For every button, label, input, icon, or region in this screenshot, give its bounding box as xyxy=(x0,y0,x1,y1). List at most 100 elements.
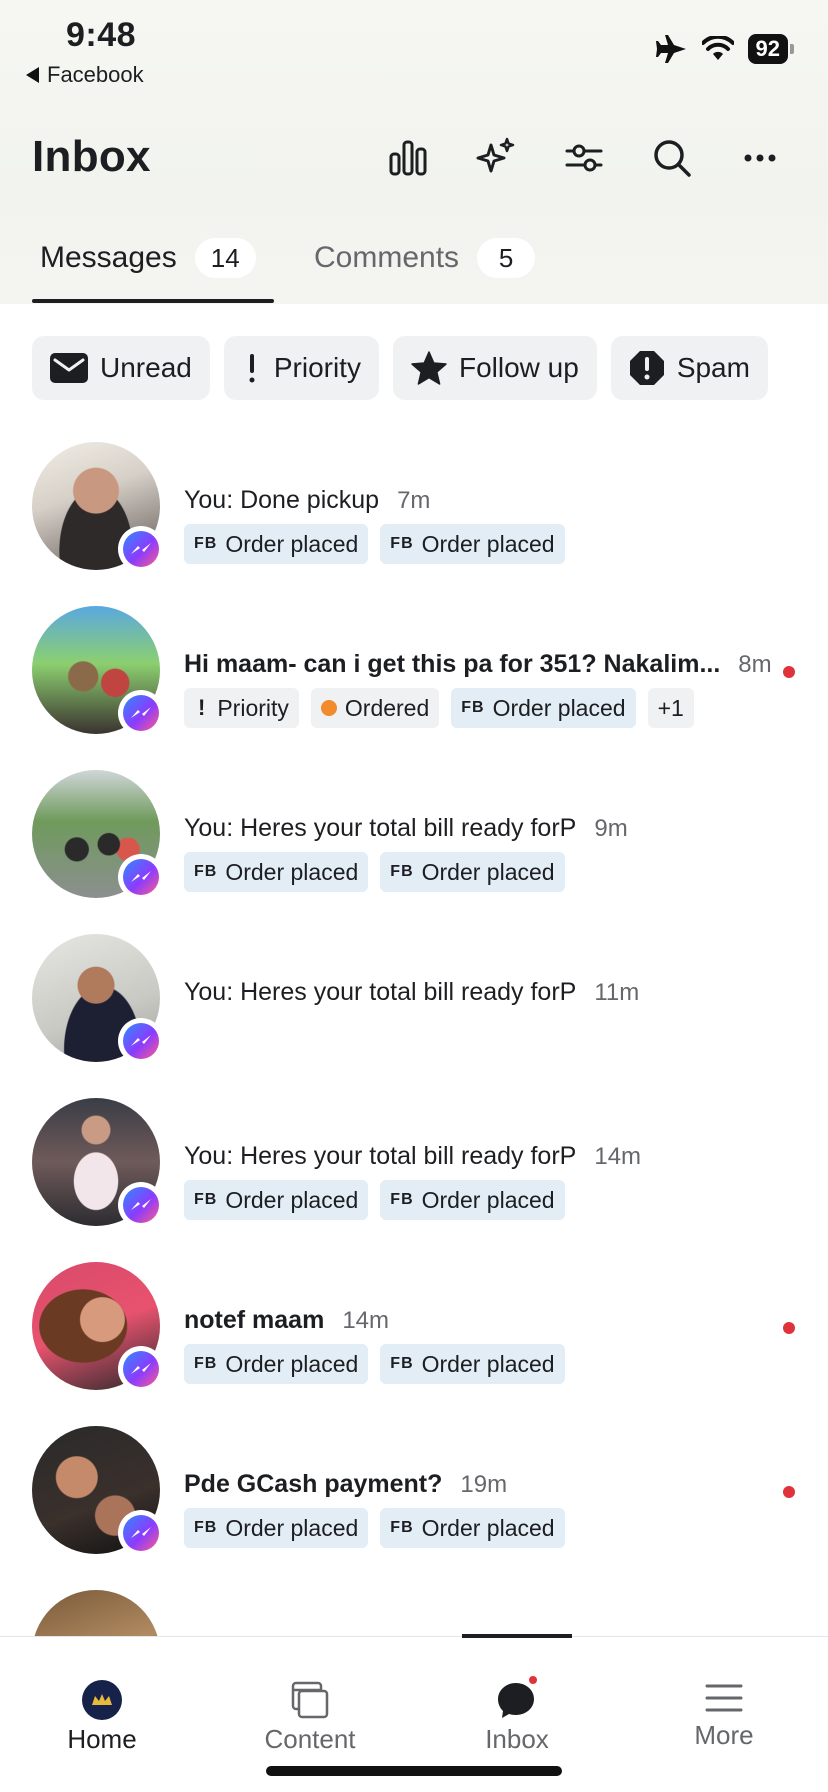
unread-dot xyxy=(783,1486,795,1498)
messenger-badge xyxy=(118,1346,164,1392)
tag-label: Order placed xyxy=(492,694,626,721)
avatar xyxy=(32,1590,160,1636)
nav-inbox[interactable]: Inbox xyxy=(437,1676,597,1755)
inbox-notification-dot xyxy=(529,1676,537,1684)
conversation-row[interactable]: Pde GCash payment? 19m FB Order placed FB… xyxy=(0,1414,828,1578)
filter-priority-label: Priority xyxy=(273,352,361,383)
conversation-row[interactable]: Hi maam- can i get this pa for 351? Naka… xyxy=(0,594,828,758)
fb-tag-prefix: FB xyxy=(390,1519,414,1536)
conversation-row[interactable]: You: Heres your total bill ready forP 11… xyxy=(0,922,828,1086)
filter-priority[interactable]: Priority xyxy=(223,336,379,400)
tag-order-placed[interactable]: FB Order placed xyxy=(380,852,565,892)
messenger-badge xyxy=(118,854,164,900)
status-time: 9:48 xyxy=(66,16,137,54)
tag-order-placed[interactable]: FB Order placed xyxy=(380,524,565,564)
preview-time: 14m xyxy=(342,1307,389,1334)
conversation-row[interactable]: notef maam 14m FB Order placed FB Order pl… xyxy=(0,1250,828,1414)
back-triangle-icon xyxy=(26,67,39,83)
messenger-icon xyxy=(123,695,159,731)
tag-order-placed[interactable]: FB Order placed xyxy=(184,852,369,892)
filter-follow-up[interactable]: Follow up xyxy=(392,336,597,400)
filter-unread[interactable]: Unread xyxy=(32,336,210,400)
nav-content[interactable]: Content xyxy=(230,1680,390,1755)
tag-order-placed[interactable]: FB Order placed xyxy=(380,1180,565,1220)
preview-time: 19m xyxy=(460,1471,508,1498)
messenger-icon xyxy=(123,1187,159,1223)
tag-order-placed[interactable]: FB Order placed xyxy=(184,1508,369,1548)
battery-indicator: 92 xyxy=(747,34,794,64)
tag-label: Ordered xyxy=(344,694,430,721)
filter-spam[interactable]: Spam xyxy=(610,336,768,400)
tab-comments-label: Comments xyxy=(314,241,460,274)
messenger-icon xyxy=(123,859,159,895)
active-tab-indicator xyxy=(32,299,274,303)
nav-home-label: Home xyxy=(67,1724,137,1754)
messenger-icon xyxy=(123,1515,159,1551)
airplane-icon xyxy=(655,35,686,63)
tag-list: ! Priority Ordered FB Order placed +1 xyxy=(184,688,694,728)
fb-tag-prefix: FB xyxy=(194,535,218,552)
tag-more-count[interactable]: +1 xyxy=(647,688,694,728)
star-icon xyxy=(411,351,447,385)
bar-chart-icon[interactable] xyxy=(386,136,430,180)
message-preview: Hi maam- can i get this pa for 351? Naka… xyxy=(184,650,772,679)
preview-text: You: Heres your total bill ready forP xyxy=(184,814,577,842)
tag-label: Order placed xyxy=(225,1350,359,1377)
tag-order-placed[interactable]: FB Order placed xyxy=(380,1508,565,1548)
sparkle-icon[interactable] xyxy=(474,136,518,180)
nav-content-label: Content xyxy=(264,1724,356,1754)
comments-count-badge: 5 xyxy=(477,238,536,278)
tag-label: Order placed xyxy=(421,1514,555,1541)
preview-time: 7m xyxy=(397,487,431,514)
messenger-icon xyxy=(123,1351,159,1387)
more-icon[interactable] xyxy=(738,136,782,180)
back-app-label: Facebook xyxy=(47,62,144,87)
preview-text: Hi maam- can i get this pa for 351? Naka… xyxy=(184,650,721,678)
nav-home[interactable]: Home xyxy=(22,1680,182,1755)
exclamation-icon: ! xyxy=(198,695,206,720)
conversation-row[interactable]: You: Heres your total bill ready forP 14… xyxy=(0,1086,828,1250)
preview-text: Pde GCash payment? xyxy=(184,1470,443,1498)
tag-order-placed[interactable]: FB Order placed xyxy=(451,688,636,728)
back-to-app-link[interactable]: Facebook xyxy=(26,62,144,88)
message-preview: notef maam 14m xyxy=(184,1306,389,1335)
tag-order-placed[interactable]: FB Order placed xyxy=(380,1344,565,1384)
messenger-badge xyxy=(118,1182,164,1228)
filter-unread-label: Unread xyxy=(100,352,192,383)
conversation-row[interactable] xyxy=(0,1578,828,1636)
nav-more-label: More xyxy=(694,1720,754,1750)
tab-comments[interactable]: Comments 5 xyxy=(314,238,536,278)
fb-tag-prefix: FB xyxy=(194,863,218,880)
tab-messages-label: Messages xyxy=(40,241,177,274)
filter-sliders-icon[interactable] xyxy=(562,136,606,180)
spam-octagon-icon xyxy=(629,351,664,385)
content-pages-icon xyxy=(291,1681,329,1719)
fb-tag-prefix: FB xyxy=(390,1191,414,1208)
tag-label: Order placed xyxy=(421,1186,555,1213)
tag-order-placed[interactable]: FB Order placed xyxy=(184,1180,369,1220)
nav-inbox-label: Inbox xyxy=(485,1724,549,1754)
unread-dot xyxy=(783,666,795,678)
preview-time: 8m xyxy=(738,651,772,678)
tag-order-placed[interactable]: FB Order placed xyxy=(184,524,369,564)
battery-level: 92 xyxy=(747,34,788,64)
tag-priority[interactable]: ! Priority xyxy=(184,688,299,728)
envelope-icon xyxy=(50,353,88,383)
nav-more[interactable]: More xyxy=(644,1680,804,1751)
tag-list: FB Order placed FB Order placed xyxy=(184,852,565,892)
conversation-row[interactable]: You: Heres your total bill ready forP 9m… xyxy=(0,758,828,922)
tag-order-placed[interactable]: FB Order placed xyxy=(184,1344,369,1384)
conversation-row[interactable]: You: Done pickup 7m FB Order placed FB Ord… xyxy=(0,430,828,594)
messenger-badge xyxy=(118,1510,164,1556)
fb-tag-prefix: FB xyxy=(390,863,414,880)
wifi-icon xyxy=(701,36,734,60)
tag-label: Order placed xyxy=(225,530,359,557)
messenger-badge xyxy=(118,526,164,572)
search-icon[interactable] xyxy=(650,136,694,180)
tag-label: Order placed xyxy=(421,530,555,557)
ordered-dot-icon xyxy=(320,700,337,716)
message-preview: You: Heres your total bill ready forP 11… xyxy=(184,978,639,1007)
tab-messages[interactable]: Messages 14 xyxy=(40,238,256,278)
tag-ordered[interactable]: Ordered xyxy=(310,688,440,728)
tag-list: FB Order placed FB Order placed xyxy=(184,524,565,564)
